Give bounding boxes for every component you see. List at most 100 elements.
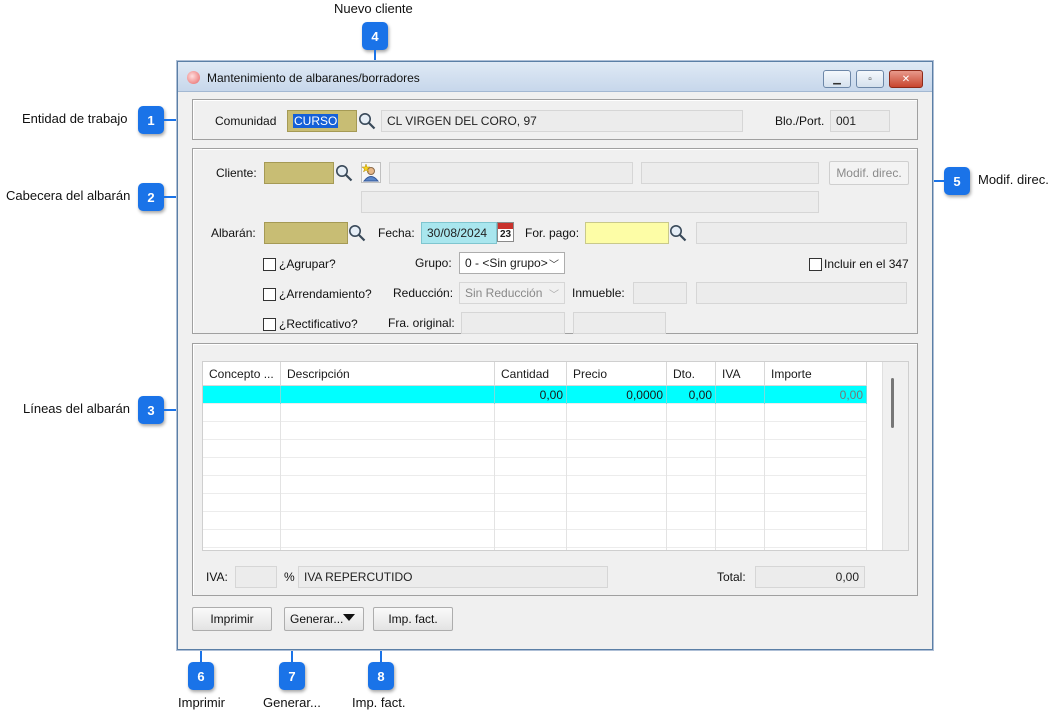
lines-panel: Concepto ... Descripción Cantidad Precio… <box>192 343 918 596</box>
empty-row <box>203 422 867 440</box>
forpago-field[interactable] <box>585 222 669 244</box>
generar-label: Generar... <box>290 612 344 626</box>
search-icon[interactable] <box>348 224 366 242</box>
grupo-label: Grupo: <box>415 256 452 270</box>
search-icon[interactable] <box>358 112 376 130</box>
col-divider <box>715 404 716 550</box>
title-bar[interactable]: Mantenimiento de albaranes/borradores ▁ … <box>178 62 932 92</box>
empty-row <box>203 494 867 512</box>
cell-importe[interactable]: 0,00 <box>765 386 867 404</box>
cell-precio[interactable]: 0,0000 <box>567 386 667 404</box>
comunidad-field[interactable]: CURSO <box>287 110 357 132</box>
col-header-cantidad[interactable]: Cantidad <box>495 362 567 386</box>
dropdown-arrow-icon <box>343 614 355 621</box>
col-header-importe[interactable]: Importe <box>765 362 867 386</box>
bloport-label: Blo./Port. <box>775 114 825 128</box>
cliente-address-field <box>361 191 819 213</box>
close-icon: ✕ <box>901 73 911 85</box>
cell-dto[interactable]: 0,00 <box>667 386 716 404</box>
callout-marker-2: 2 <box>138 183 164 211</box>
cell-cantidad[interactable]: 0,00 <box>495 386 567 404</box>
cliente-label: Cliente: <box>216 166 257 180</box>
iva-field <box>235 566 277 588</box>
maximize-icon: ▫ <box>868 73 872 85</box>
table-row[interactable]: 0,00 0,0000 0,00 0,00 <box>203 386 867 404</box>
scrollbar-thumb[interactable] <box>891 378 894 428</box>
col-header-precio[interactable]: Precio <box>567 362 667 386</box>
col-divider <box>566 404 567 550</box>
col-divider <box>866 404 867 550</box>
callout-label-generar: Generar... <box>263 695 321 710</box>
empty-row <box>203 476 867 494</box>
albaran-label: Albarán: <box>211 226 256 240</box>
col-header-dto[interactable]: Dto. <box>667 362 716 386</box>
arrendamiento-label: ¿Arrendamiento? <box>279 287 372 301</box>
window-title: Mantenimiento de albaranes/borradores <box>207 71 420 85</box>
inmueble-label: Inmueble: <box>572 286 625 300</box>
callout-marker-8: 8 <box>368 662 394 690</box>
cell-iva[interactable] <box>716 386 765 404</box>
reduccion-label: Reducción: <box>393 286 454 300</box>
entity-panel: Comunidad CURSO CL VIRGEN DEL CORO, 97 B… <box>192 99 918 140</box>
callout-label-modif-direc: Modif. direc. <box>978 172 1049 187</box>
imprimir-button[interactable]: Imprimir <box>192 607 272 631</box>
total-label: Total: <box>717 570 746 584</box>
maximize-button[interactable]: ▫ <box>856 70 884 88</box>
calendar-day: 23 <box>499 229 512 240</box>
cliente-extra-field <box>641 162 819 184</box>
empty-row <box>203 530 867 548</box>
callout-label-nuevo-cliente: Nuevo cliente <box>334 1 413 16</box>
callout-marker-4: 4 <box>362 22 388 50</box>
bloport-field: 001 <box>830 110 890 132</box>
iva-label: IVA: <box>206 570 228 584</box>
empty-row <box>203 512 867 530</box>
empty-row <box>203 404 867 422</box>
albaran-field[interactable] <box>264 222 348 244</box>
lines-grid[interactable]: Concepto ... Descripción Cantidad Precio… <box>202 361 909 551</box>
callout-label-lineas: Líneas del albarán <box>23 401 130 416</box>
col-header-concepto[interactable]: Concepto ... <box>203 362 281 386</box>
calendar-icon[interactable]: 23 <box>497 222 514 242</box>
cliente-name-field <box>389 162 633 184</box>
new-client-icon[interactable] <box>361 162 381 183</box>
callout-marker-6: 6 <box>188 662 214 690</box>
cliente-field[interactable] <box>264 162 334 184</box>
grupo-select[interactable]: 0 - <Sin grupo> ﹀ <box>459 252 565 274</box>
rectificativo-checkbox[interactable] <box>263 318 276 331</box>
col-header-iva[interactable]: IVA <box>716 362 765 386</box>
inmueble-code-field <box>633 282 687 304</box>
search-icon[interactable] <box>669 224 687 242</box>
vertical-scrollbar[interactable] <box>882 362 908 550</box>
col-divider <box>666 404 667 550</box>
col-header-descripcion[interactable]: Descripción <box>281 362 495 386</box>
reduccion-select[interactable]: Sin Reducción ﹀ <box>459 282 565 304</box>
empty-row <box>203 440 867 458</box>
callout-marker-7: 7 <box>279 662 305 690</box>
search-icon[interactable] <box>335 164 353 182</box>
grupo-value: 0 - <Sin grupo> <box>465 256 548 270</box>
agrupar-checkbox[interactable] <box>263 258 276 271</box>
imp-fact-button[interactable]: Imp. fact. <box>373 607 453 631</box>
chevron-down-icon: ﹀ <box>549 260 559 271</box>
minimize-button[interactable]: ▁ <box>823 70 851 88</box>
empty-row <box>203 458 867 476</box>
incluir347-checkbox[interactable] <box>809 258 822 271</box>
fecha-field[interactable]: 30/08/2024 <box>421 222 497 244</box>
generar-button[interactable]: Generar... <box>284 607 364 631</box>
cell-descripcion[interactable] <box>281 386 495 404</box>
fra-original-field <box>461 312 565 334</box>
minimize-icon: ▁ <box>833 73 841 85</box>
arrendamiento-checkbox[interactable] <box>263 288 276 301</box>
inmueble-desc-field <box>696 282 907 304</box>
callout-label-imprimir: Imprimir <box>178 695 225 710</box>
albaranes-window: Mantenimiento de albaranes/borradores ▁ … <box>177 61 933 650</box>
cell-concepto[interactable] <box>203 386 281 404</box>
close-button[interactable]: ✕ <box>889 70 923 88</box>
modif-direc-button[interactable]: Modif. direc. <box>829 161 909 185</box>
callout-marker-5: 5 <box>944 167 970 195</box>
incluir347-label: Incluir en el 347 <box>824 257 909 271</box>
chevron-down-icon: ﹀ <box>549 290 559 301</box>
callout-marker-3: 3 <box>138 396 164 424</box>
total-field: 0,00 <box>755 566 865 588</box>
callout-label-entidad: Entidad de trabajo <box>22 111 128 126</box>
